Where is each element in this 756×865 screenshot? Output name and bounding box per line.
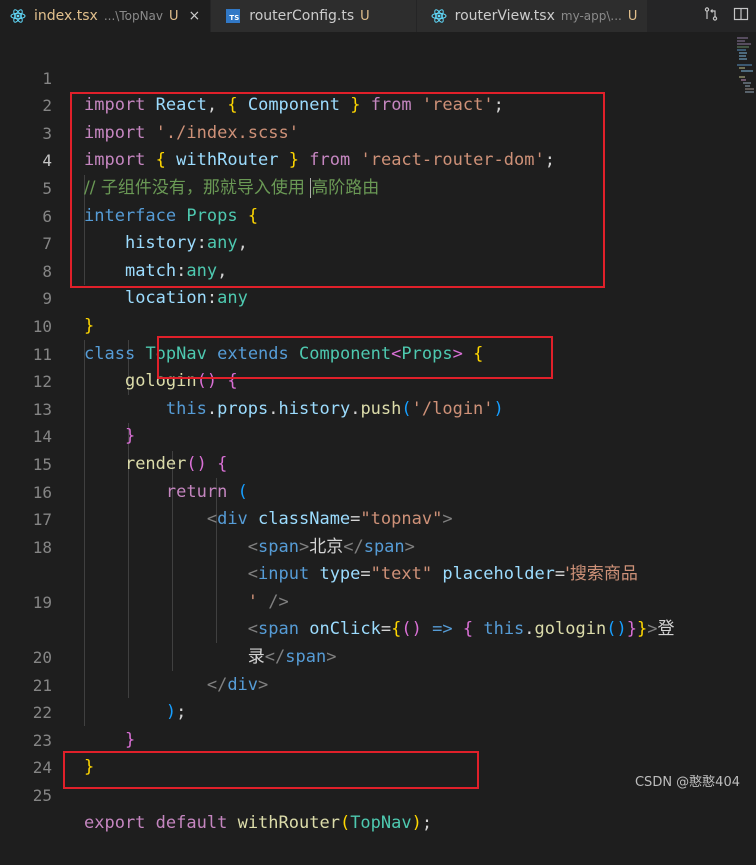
editor-tab-bar: index.tsx ...\TopNav U × TS routerConfig… (0, 0, 756, 32)
tab-path: my-app\... (560, 9, 622, 23)
typescript-icon: TS (225, 8, 241, 24)
highlight-box-export (63, 751, 479, 789)
code-line: 15 return ( (0, 423, 740, 502)
watermark: CSDN @憨憨404 (634, 775, 740, 790)
close-icon[interactable]: × (189, 8, 201, 24)
tab-path: ...\TopNav (103, 9, 163, 23)
line-number: 25 (32, 786, 52, 806)
highlight-box-import-interface (70, 92, 605, 288)
tab-routerview-tsx[interactable]: routerView.tsx my-app\... U (416, 0, 649, 32)
tab-filename: routerConfig.ts (249, 8, 355, 24)
code-line: 21 ); (0, 644, 740, 723)
code-line: 22 } (0, 672, 740, 750)
tab-filename: index.tsx (34, 8, 98, 24)
editor-actions (696, 0, 756, 32)
code-line: 18 <input type="text" placeholder='搜索商品 (0, 506, 740, 585)
split-editor-icon[interactable] (733, 6, 749, 26)
code-line: 19 <span onClick={() => { this.gologin()… (0, 561, 740, 640)
code-line-wrap: 录</span> (247, 647, 337, 668)
tab-routerconfig-ts[interactable]: TS routerConfig.ts U (211, 0, 417, 32)
code-line: 20 </div> (0, 616, 740, 695)
code-line: 10 class TopNav extends Component<Props>… (0, 285, 740, 364)
code-line: 23 } (0, 699, 740, 778)
compare-changes-icon[interactable] (703, 6, 719, 26)
code-line: 2 import './index.scss' (0, 65, 740, 143)
code-line-wrap: ' /> (247, 591, 289, 612)
highlight-box-history-push (157, 336, 553, 379)
tab-filename: routerView.tsx (454, 8, 555, 24)
react-icon (10, 8, 26, 24)
code-line: 14 render() { (0, 396, 740, 474)
code-line: 16 <div className="topnav"> (0, 451, 740, 530)
tab-git-status: U (360, 8, 370, 24)
react-icon (431, 8, 447, 24)
tab-git-status: U (627, 8, 638, 24)
tab-index-tsx[interactable]: index.tsx ...\TopNav U × (0, 0, 212, 32)
code-line: 17 <span>北京</span> (0, 479, 740, 557)
tab-git-status: U (169, 8, 179, 24)
code-line: 1 import React, { Component } from 'reac… (0, 37, 740, 116)
